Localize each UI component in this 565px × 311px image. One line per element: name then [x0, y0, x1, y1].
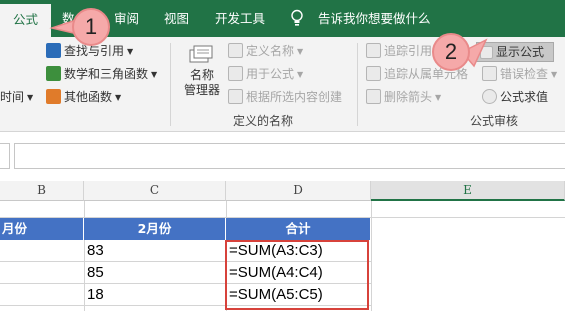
- create-from-selection-icon: [228, 89, 243, 104]
- tab-view[interactable]: 视图: [164, 0, 189, 37]
- defined-names-group-label: 定义的名称: [233, 114, 294, 128]
- remove-arrows-icon: [366, 89, 381, 104]
- name-box[interactable]: [0, 143, 10, 169]
- table-header-feb[interactable]: 2月份: [84, 218, 226, 240]
- chevron-down-icon: ▼: [27, 93, 34, 102]
- group-separator: [170, 43, 171, 126]
- tab-developer[interactable]: 开发工具: [215, 0, 265, 37]
- column-header-c[interactable]: C: [84, 181, 226, 201]
- lookup-icon: [46, 43, 61, 58]
- grid-line: [371, 201, 372, 311]
- trace-precedents-icon: [366, 43, 381, 58]
- create-from-selection-button[interactable]: 根据所选内容创建: [228, 88, 342, 106]
- more-functions-button[interactable]: 其他函数 ▼: [46, 88, 121, 108]
- table-cell[interactable]: [0, 240, 84, 262]
- evaluate-formula-button[interactable]: 公式求值: [482, 88, 548, 106]
- formula-bar: [0, 132, 565, 181]
- trace-dependents-icon: [366, 66, 381, 81]
- table-header-total[interactable]: 合计: [226, 218, 371, 240]
- table-header-month[interactable]: 月份: [0, 218, 84, 240]
- table-cell[interactable]: =SUM(A5:C5): [227, 284, 371, 306]
- tab-review[interactable]: 审阅: [114, 0, 139, 37]
- remove-arrows-button[interactable]: 删除箭头 ▼: [366, 88, 441, 108]
- error-checking-icon: [482, 66, 497, 81]
- trace-precedents-button[interactable]: 追踪引用: [366, 42, 432, 60]
- callout-badge-2: 2: [432, 33, 470, 71]
- table-cell[interactable]: 83: [85, 240, 226, 262]
- group-separator: [357, 43, 358, 126]
- chevron-down-icon: ▼: [115, 93, 122, 102]
- name-manager-button[interactable]: 名称 管理器: [178, 42, 226, 108]
- table-cell[interactable]: 18: [85, 284, 226, 306]
- math-icon: [46, 66, 61, 81]
- define-name-icon: [228, 43, 243, 58]
- chevron-down-icon: ▼: [551, 70, 558, 79]
- show-formulas-button[interactable]: 显示公式: [476, 42, 554, 62]
- column-header-e[interactable]: E: [371, 181, 565, 201]
- table-cell[interactable]: [0, 262, 84, 284]
- chevron-down-icon: ▼: [297, 47, 304, 56]
- use-in-formula-button[interactable]: 用于公式 ▼: [228, 65, 303, 85]
- ribbon-panel: 查找与引用 ▼ 数学和三角函数 ▼ 时间 ▼ 其他函数 ▼ 名称 管理器 定义名称 ▼ 用…: [0, 37, 565, 132]
- lightbulb-icon: [291, 9, 303, 26]
- chevron-down-icon: ▼: [127, 47, 134, 56]
- math-trig-button[interactable]: 数学和三角函数 ▼: [46, 65, 157, 85]
- column-header-d[interactable]: D: [226, 181, 371, 201]
- name-manager-icon: [189, 45, 213, 63]
- tab-formulas[interactable]: 公式: [0, 4, 51, 37]
- chevron-down-icon: ▼: [297, 70, 304, 79]
- chevron-down-icon: ▼: [151, 70, 158, 79]
- error-checking-button[interactable]: 错误检查 ▼: [482, 65, 557, 85]
- tell-me-search[interactable]: 告诉我你想要做什么: [318, 0, 431, 37]
- evaluate-formula-icon: [482, 89, 497, 104]
- table-cell[interactable]: =SUM(A3:C3): [227, 240, 371, 262]
- use-in-formula-icon: [228, 66, 243, 81]
- callout-badge-1: 1: [72, 8, 110, 46]
- table-cell[interactable]: =SUM(A4:C4): [227, 262, 371, 284]
- formula-input[interactable]: [14, 143, 565, 169]
- show-formulas-icon: [480, 46, 493, 59]
- chevron-down-icon: ▼: [435, 93, 442, 102]
- table-cell[interactable]: 85: [85, 262, 226, 284]
- more-functions-icon: [46, 89, 61, 104]
- define-name-button[interactable]: 定义名称 ▼: [228, 42, 303, 62]
- formula-auditing-group-label: 公式审核: [470, 114, 519, 128]
- date-time-button[interactable]: 时间 ▼: [0, 88, 33, 108]
- table-cell[interactable]: [0, 284, 84, 306]
- column-header-b[interactable]: B: [0, 181, 84, 201]
